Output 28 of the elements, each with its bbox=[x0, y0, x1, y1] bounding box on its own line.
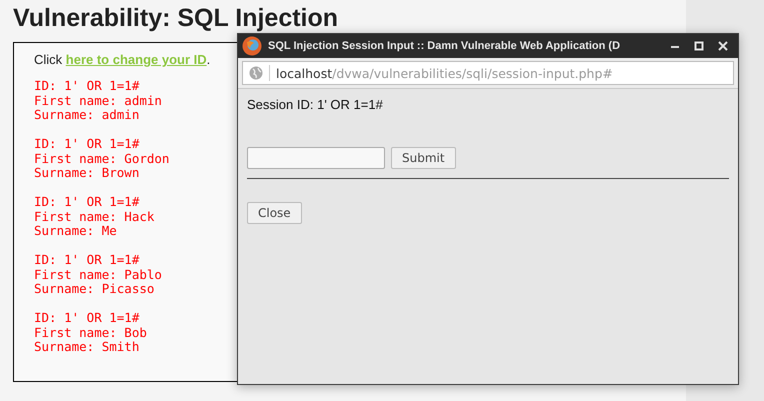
record-id: ID: 1' OR 1=1# bbox=[34, 311, 140, 326]
record-id: ID: 1' OR 1=1# bbox=[34, 79, 140, 94]
record-surname: Surname: Picasso bbox=[34, 282, 154, 296]
window-title: SQL Injection Session Input :: Damn Vulnerable Web Application (D bbox=[268, 40, 620, 52]
record-first-name: First name: Gordon bbox=[34, 152, 170, 166]
record-surname: Surname: admin bbox=[34, 108, 140, 122]
url-path: /dvwa/vulnerabilities/sqli/session-input.php# bbox=[332, 66, 613, 80]
record-surname: Surname: Brown bbox=[34, 166, 140, 180]
record-surname: Surname: Me bbox=[34, 224, 117, 238]
session-id-text: Session ID: 1' OR 1=1# bbox=[247, 97, 384, 112]
close-icon[interactable] bbox=[718, 41, 728, 51]
page-heading: Vulnerability: SQL Injection bbox=[13, 4, 338, 32]
close-button[interactable]: Close bbox=[247, 202, 302, 224]
record-id: ID: 1' OR 1=1# bbox=[34, 195, 140, 210]
maximize-icon[interactable] bbox=[694, 41, 704, 51]
address-bar[interactable]: localhost/dvwa/vulnerabilities/sqli/session-input.php# bbox=[242, 61, 734, 85]
record-id: ID: 1' OR 1=1# bbox=[34, 253, 140, 268]
record-first-name: First name: Pablo bbox=[34, 268, 162, 282]
globe-icon bbox=[249, 66, 263, 80]
record-id: ID: 1' OR 1=1# bbox=[34, 137, 140, 152]
record-first-name: First name: Hack bbox=[34, 210, 154, 224]
submit-button[interactable]: Submit bbox=[391, 147, 456, 169]
browser-logo-icon bbox=[242, 36, 262, 56]
session-id-field[interactable] bbox=[247, 147, 385, 169]
record-surname: Surname: Smith bbox=[34, 340, 140, 354]
url-host: localhost bbox=[276, 66, 332, 80]
record-first-name: First name: Bob bbox=[34, 326, 147, 340]
record-first-name: First name: admin bbox=[34, 94, 162, 108]
